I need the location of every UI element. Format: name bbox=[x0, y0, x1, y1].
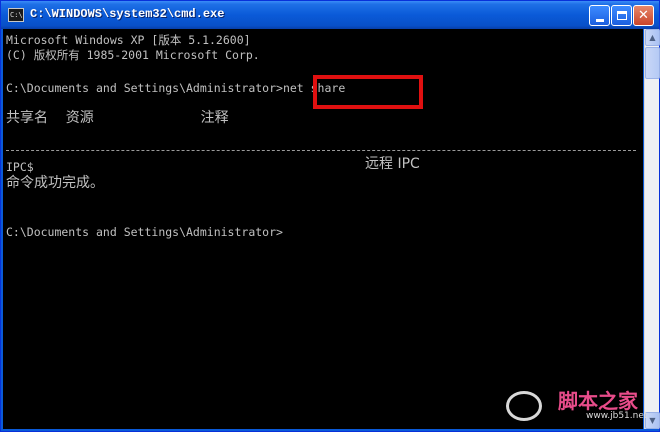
console-line-prompt: C:\Documents and Settings\Administrator> bbox=[6, 225, 283, 239]
console-line-success: 命令成功完成。 bbox=[6, 175, 104, 191]
console-line-command: C:\Documents and Settings\Administrator>… bbox=[6, 81, 346, 95]
console-app-icon[interactable]: C:\ bbox=[8, 8, 24, 22]
console-line-share-name: IPC$ bbox=[6, 160, 34, 174]
cmd-window: C:\ C:\WINDOWS\system32\cmd.exe ✕ Micros… bbox=[0, 0, 660, 432]
scrollbar-thumb[interactable] bbox=[645, 47, 660, 79]
watermark-brand: 脚本之家 bbox=[558, 389, 638, 413]
console-output[interactable]: Microsoft Windows XP [版本 5.1.2600] (C) 版… bbox=[3, 29, 643, 429]
watermark-logo-icon bbox=[506, 391, 542, 421]
close-icon: ✕ bbox=[638, 8, 649, 23]
vertical-scrollbar[interactable]: ▲ ▼ bbox=[644, 29, 660, 429]
minimize-icon bbox=[595, 18, 604, 22]
watermark: 脚本之家 www.jb51.net bbox=[506, 383, 656, 429]
watermark-site: www.jb51.net bbox=[586, 411, 648, 421]
close-button[interactable]: ✕ bbox=[633, 5, 654, 26]
console-line-version: Microsoft Windows XP [版本 5.1.2600] bbox=[6, 33, 251, 47]
maximize-icon bbox=[616, 11, 627, 20]
console-line-header: 共享名 资源 注释 bbox=[6, 110, 229, 126]
maximize-button[interactable] bbox=[611, 5, 632, 26]
window-title: C:\WINDOWS\system32\cmd.exe bbox=[30, 7, 225, 21]
console-divider bbox=[6, 150, 636, 151]
title-bar[interactable]: C:\ C:\WINDOWS\system32\cmd.exe ✕ bbox=[1, 1, 659, 29]
console-line-share-remark: 远程 IPC bbox=[365, 156, 420, 172]
minimize-button[interactable] bbox=[589, 5, 610, 26]
scroll-up-arrow-icon[interactable]: ▲ bbox=[645, 29, 660, 46]
console-line-copyright: (C) 版权所有 1985-2001 Microsoft Corp. bbox=[6, 48, 260, 62]
command-highlight-box bbox=[313, 75, 423, 109]
